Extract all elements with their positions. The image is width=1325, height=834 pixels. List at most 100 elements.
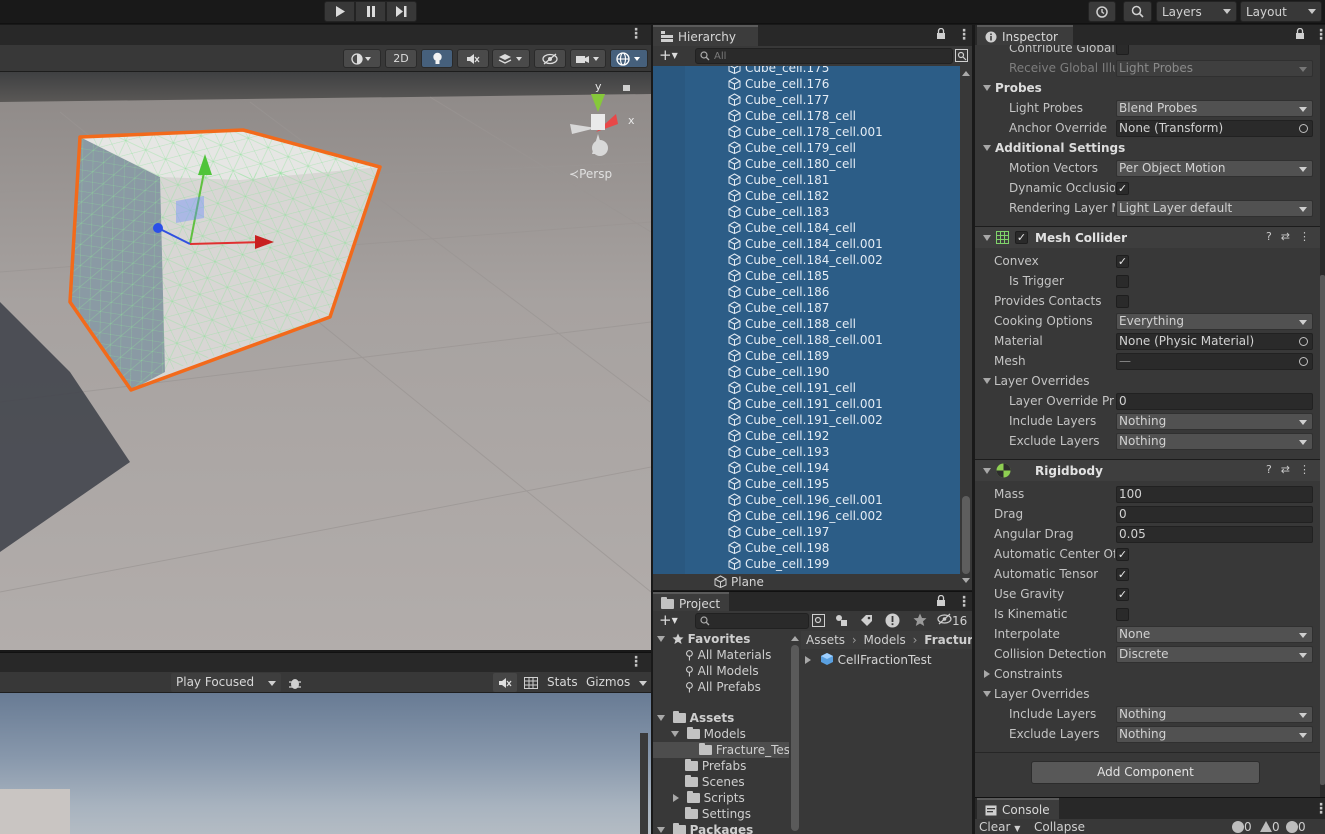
anchor-override-field[interactable]: None (Transform) bbox=[1116, 120, 1313, 137]
hierarchy-item[interactable]: Cube_cell.184_cell bbox=[653, 220, 960, 236]
inspector-more-menu[interactable]: ⋮ bbox=[1314, 28, 1325, 42]
undo-history-button[interactable] bbox=[1088, 1, 1116, 22]
hierarchy-item[interactable]: Cube_cell.188_cell bbox=[653, 316, 960, 332]
models-folder[interactable]: Models bbox=[653, 726, 789, 742]
hierarchy-item[interactable]: Cube_cell.184_cell.002 bbox=[653, 252, 960, 268]
project-asset-item[interactable]: CellFractionTest bbox=[805, 652, 932, 668]
inspector-scroll-thumb[interactable] bbox=[1320, 275, 1325, 785]
packages-folder[interactable]: Packages bbox=[653, 822, 789, 834]
is-kinematic-checkbox[interactable] bbox=[1116, 608, 1129, 621]
use-gravity-checkbox[interactable]: ✓ bbox=[1116, 588, 1129, 601]
hierarchy-item[interactable]: Cube_cell.183 bbox=[653, 204, 960, 220]
hierarchy-lock-icon[interactable] bbox=[936, 27, 946, 43]
inspector-lock-icon[interactable] bbox=[1295, 27, 1305, 43]
project-splitter[interactable] bbox=[789, 631, 801, 834]
breadcrumb-assets[interactable]: Assets bbox=[806, 633, 845, 647]
hierarchy-item[interactable]: Cube_cell.186 bbox=[653, 284, 960, 300]
hierarchy-item[interactable]: Cube_cell.177 bbox=[653, 92, 960, 108]
favorite-item[interactable]: ⚲ All Prefabs bbox=[653, 679, 789, 695]
prefabs-folder[interactable]: Prefabs bbox=[653, 758, 789, 774]
hierarchy-item[interactable]: Cube_cell.191_cell.002 bbox=[653, 412, 960, 428]
assets-folder[interactable]: Assets bbox=[653, 710, 789, 726]
collision-detection-dropdown[interactable]: Discrete bbox=[1116, 646, 1313, 663]
hidden-packages-toggle[interactable]: 16 bbox=[937, 613, 967, 629]
is-trigger-checkbox[interactable] bbox=[1116, 275, 1129, 288]
gizmos-game-dropdown[interactable]: Gizmos bbox=[583, 673, 650, 692]
log-count-toggle[interactable]: 0 bbox=[1232, 820, 1252, 834]
convex-checkbox[interactable]: ✓ bbox=[1116, 255, 1129, 268]
hierarchy-item[interactable]: Cube_cell.191_cell bbox=[653, 380, 960, 396]
project-tree-scroll-thumb[interactable] bbox=[791, 645, 799, 831]
hierarchy-item[interactable]: Cube_cell.199 bbox=[653, 556, 960, 572]
play-button[interactable] bbox=[324, 1, 355, 22]
fracture-folder[interactable]: Fracture_Tes bbox=[653, 742, 789, 758]
interpolate-dropdown[interactable]: None bbox=[1116, 626, 1313, 643]
hierarchy-item-plane[interactable]: Plane bbox=[653, 574, 960, 590]
scene-visibility-toggle[interactable] bbox=[534, 49, 566, 68]
hierarchy-item[interactable]: Cube_cell.181 bbox=[653, 172, 960, 188]
draw-mode-dropdown[interactable] bbox=[343, 49, 381, 68]
stats-button[interactable]: Stats bbox=[547, 675, 578, 689]
game-more-menu[interactable]: ⋮ bbox=[629, 655, 643, 669]
hierarchy-item[interactable]: Cube_cell.195 bbox=[653, 476, 960, 492]
project-more-menu[interactable]: ⋮ bbox=[957, 595, 971, 609]
game-viewport[interactable] bbox=[0, 693, 651, 834]
auto-tensor-checkbox[interactable]: ✓ bbox=[1116, 568, 1129, 581]
error-count-toggle[interactable]: 0 bbox=[1286, 820, 1306, 834]
hierarchy-scrollbar[interactable] bbox=[960, 66, 972, 590]
help-icon[interactable]: ? bbox=[1266, 230, 1272, 243]
inspector-scrollbar[interactable] bbox=[1320, 45, 1325, 797]
contribute-gi-checkbox[interactable] bbox=[1116, 45, 1129, 55]
presets-icon[interactable]: ⇄ bbox=[1281, 230, 1290, 243]
hierarchy-item[interactable]: Cube_cell.188_cell.001 bbox=[653, 332, 960, 348]
tab-console[interactable]: Console bbox=[977, 798, 1059, 820]
search-button[interactable] bbox=[1123, 1, 1152, 22]
warning-count-toggle[interactable]: 0 bbox=[1260, 820, 1280, 834]
help-icon[interactable]: ? bbox=[1266, 463, 1272, 476]
light-probes-dropdown[interactable]: Blend Probes bbox=[1116, 100, 1313, 117]
layer-override-priority-field[interactable]: 0 bbox=[1116, 393, 1313, 410]
hierarchy-item[interactable]: Cube_cell.178_cell bbox=[653, 108, 960, 124]
hierarchy-item[interactable]: Cube_cell.180_cell bbox=[653, 156, 960, 172]
mc-layer-overrides-foldout[interactable]: Layer Overrides bbox=[975, 371, 1320, 391]
mesh-field[interactable]: — bbox=[1116, 353, 1313, 370]
projection-toggle[interactable]: ≺Persp bbox=[569, 167, 612, 181]
hierarchy-search-input[interactable]: All bbox=[695, 48, 953, 64]
motion-vectors-dropdown[interactable]: Per Object Motion bbox=[1116, 160, 1313, 177]
hierarchy-item[interactable]: Cube_cell.179_cell bbox=[653, 140, 960, 156]
rb-layer-overrides-foldout[interactable]: Layer Overrides bbox=[975, 684, 1320, 704]
hierarchy-item[interactable]: Cube_cell.194 bbox=[653, 460, 960, 476]
layout-dropdown[interactable]: Layout bbox=[1240, 1, 1322, 22]
hierarchy-item[interactable]: Cube_cell.193 bbox=[653, 444, 960, 460]
cooking-options-dropdown[interactable]: Everything bbox=[1116, 313, 1313, 330]
mc-exclude-layers-dropdown[interactable]: Nothing bbox=[1116, 433, 1313, 450]
probes-foldout[interactable]: Probes bbox=[975, 78, 1320, 98]
scripts-folder[interactable]: Scripts bbox=[653, 790, 789, 806]
scenes-folder[interactable]: Scenes bbox=[653, 774, 789, 790]
shortcut-grid-toggle[interactable] bbox=[521, 674, 541, 691]
hierarchy-item[interactable]: Cube_cell.175 bbox=[653, 66, 960, 76]
game-mute-toggle[interactable] bbox=[493, 673, 517, 692]
filter-type-icon[interactable] bbox=[835, 614, 848, 630]
gizmos-dropdown[interactable] bbox=[610, 49, 648, 68]
angular-drag-field[interactable]: 0.05 bbox=[1116, 526, 1313, 543]
mesh-collider-enabled-checkbox[interactable]: ✓ bbox=[1015, 231, 1028, 244]
hierarchy-item[interactable]: Cube_cell.184_cell.001 bbox=[653, 236, 960, 252]
game-scrollbar[interactable] bbox=[640, 733, 648, 834]
hierarchy-item[interactable]: Cube_cell.191_cell.001 bbox=[653, 396, 960, 412]
pause-button[interactable] bbox=[355, 1, 386, 22]
project-add-button[interactable]: +▼ bbox=[659, 613, 678, 628]
project-search-input[interactable] bbox=[695, 613, 809, 629]
breadcrumb-current[interactable]: Fracture_ bbox=[924, 633, 972, 647]
hierarchy-more-menu[interactable]: ⋮ bbox=[957, 28, 971, 42]
rigidbody-header[interactable]: Rigidbody ? ⇄ ⋮ bbox=[975, 459, 1320, 481]
layers-dropdown[interactable]: Layers bbox=[1156, 1, 1237, 22]
tab-hierarchy[interactable]: Hierarchy bbox=[653, 25, 758, 46]
material-field[interactable]: None (Physic Material) bbox=[1116, 333, 1313, 350]
toggle-2d-button[interactable]: 2D bbox=[385, 49, 417, 68]
favorite-item[interactable]: ⚲ All Materials bbox=[653, 647, 789, 663]
hierarchy-scroll-thumb[interactable] bbox=[962, 496, 970, 574]
audio-toggle[interactable] bbox=[457, 49, 489, 68]
console-more-menu[interactable]: ⋮ bbox=[1314, 802, 1325, 816]
presets-icon[interactable]: ⇄ bbox=[1281, 463, 1290, 476]
